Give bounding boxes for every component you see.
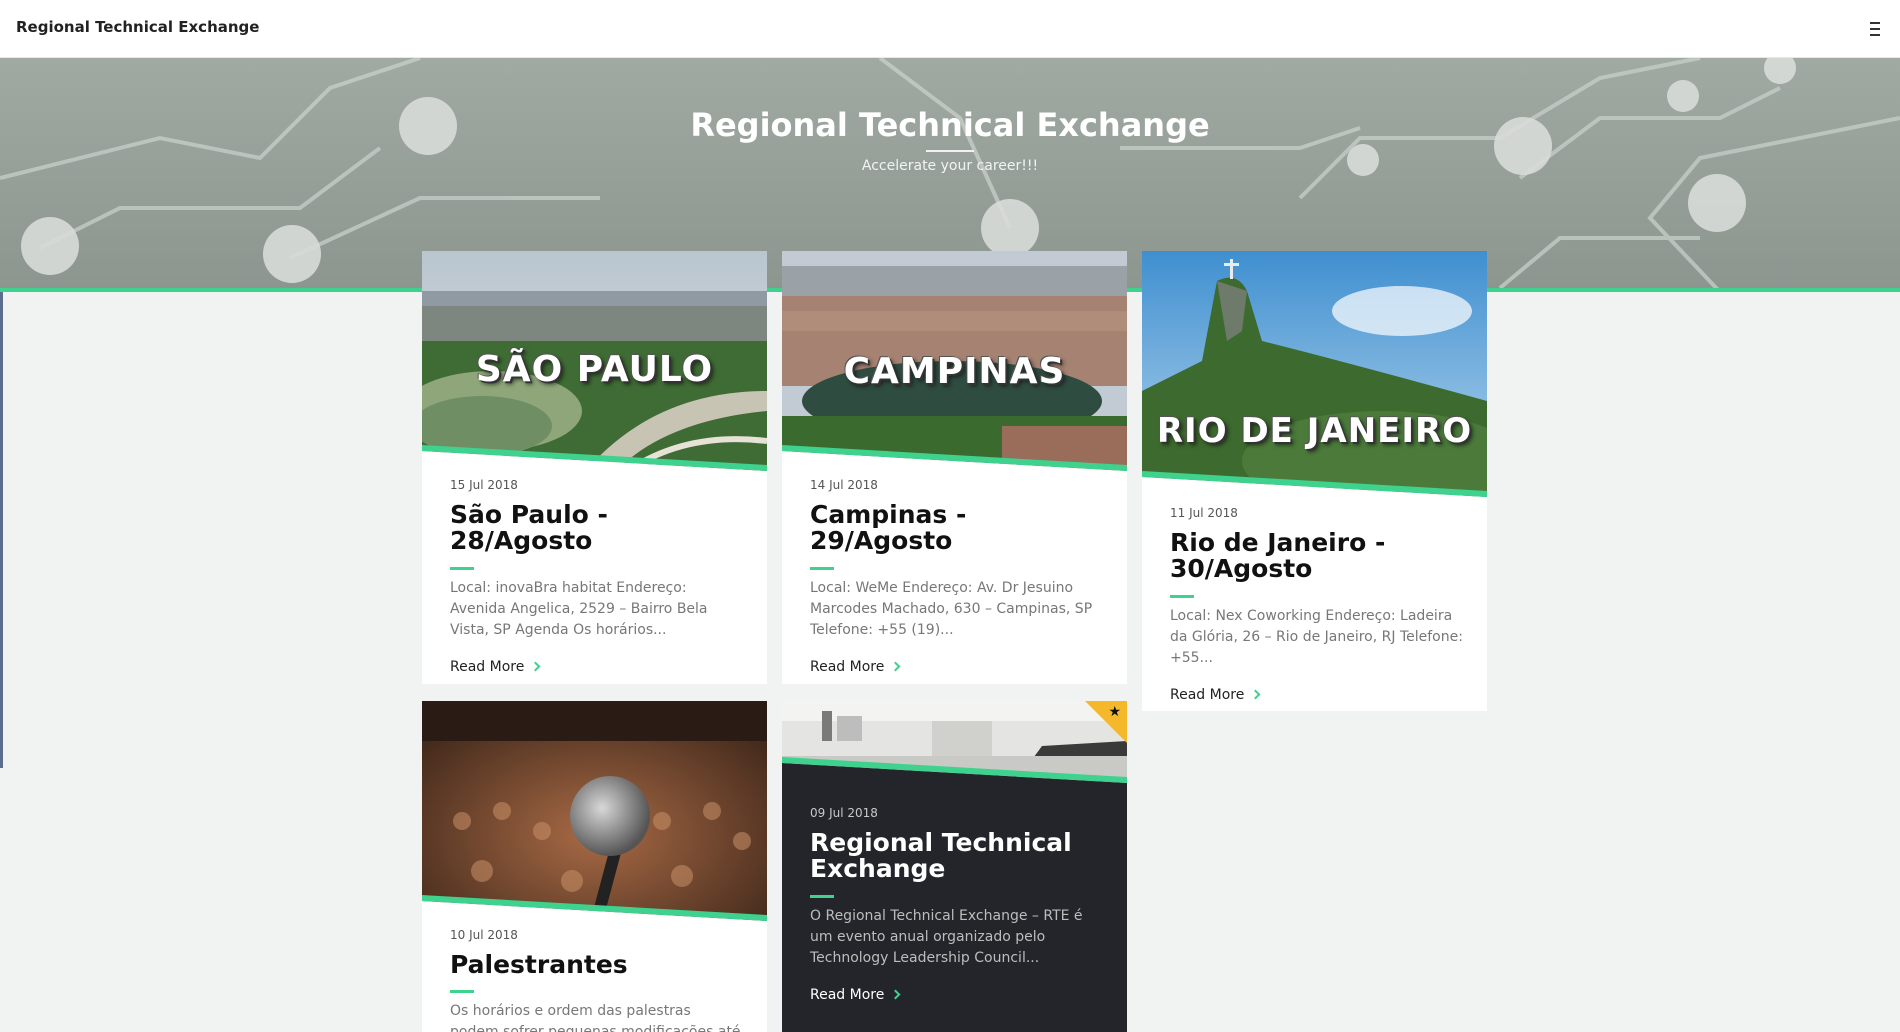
rio-de-janeiro-image[interactable]: RIO DE JANEIRO <box>1142 251 1487 501</box>
title-underline <box>810 566 834 570</box>
card-slant-divider <box>782 757 1127 787</box>
post-card-body: 10 Jul 2018 Palestrantes Os horários e o… <box>450 928 743 1032</box>
post-card-palestrantes[interactable]: 10 Jul 2018 Palestrantes Os horários e o… <box>422 701 767 1032</box>
post-excerpt: Local: Nex Coworking Endereço: Ladeira d… <box>1170 607 1463 666</box>
post-date: 11 Jul 2018 <box>1170 506 1238 520</box>
campinas-image-label: CAMPINAS <box>843 351 1066 392</box>
card-slant-divider <box>1142 471 1487 501</box>
post-card-regional-technical-exchange[interactable]: ★ 09 Jul 2018 Regional Technical Exchang… <box>782 701 1127 1032</box>
title-underline <box>450 566 474 570</box>
campinas-image[interactable]: CAMPINAS <box>782 251 1127 475</box>
card-slant-divider <box>782 445 1127 475</box>
read-more-link[interactable]: Read More <box>810 986 901 1003</box>
read-more-label: Read More <box>810 986 885 1003</box>
read-more-label: Read More <box>1170 686 1245 703</box>
post-title[interactable]: Campinas - 29/Agosto <box>810 501 1103 555</box>
top-navbar: Regional Technical Exchange <box>0 0 1900 58</box>
post-excerpt: Local: WeMe Endereço: Av. Dr Jesuino Mar… <box>810 579 1093 638</box>
post-card-body: 09 Jul 2018 Regional Technical Exchange … <box>810 806 1103 1003</box>
post-card-sao-paulo[interactable]: SÃO PAULO 15 Jul 2018 São Paulo - 28/Ago… <box>422 251 767 684</box>
microphone-audience-image[interactable] <box>422 701 767 925</box>
post-title[interactable]: Rio de Janeiro - 30/Agosto <box>1170 529 1463 583</box>
post-card-body: 15 Jul 2018 São Paulo - 28/Agosto Local:… <box>450 478 743 675</box>
star-icon: ★ <box>1108 704 1121 720</box>
read-more-link[interactable]: Read More <box>450 658 541 675</box>
chevron-right-icon <box>530 661 541 671</box>
site-brand[interactable]: Regional Technical Exchange <box>16 18 259 36</box>
hero-divider <box>926 150 974 152</box>
sao-paulo-image[interactable]: SÃO PAULO <box>422 251 767 475</box>
hamburger-menu-icon[interactable] <box>1864 16 1886 38</box>
post-title[interactable]: São Paulo - 28/Agosto <box>450 501 743 555</box>
chevron-right-icon <box>1250 689 1261 699</box>
title-underline <box>1170 594 1194 598</box>
card-slant-divider <box>422 445 767 475</box>
post-card-campinas[interactable]: CAMPINAS 14 Jul 2018 Campinas - 29/Agost… <box>782 251 1127 684</box>
read-more-link[interactable]: Read More <box>1170 686 1261 703</box>
post-date: 15 Jul 2018 <box>450 478 518 492</box>
office-workspace-image[interactable]: ★ <box>782 701 1127 787</box>
post-excerpt: O Regional Technical Exchange – RTE é um… <box>810 907 1083 966</box>
hero-title: Regional Technical Exchange <box>690 106 1210 144</box>
hero-subtitle: Accelerate your career!!! <box>861 158 1039 174</box>
post-date: 10 Jul 2018 <box>450 928 518 942</box>
read-more-label: Read More <box>810 658 885 675</box>
read-more-link[interactable]: Read More <box>810 658 901 675</box>
post-card-rio-de-janeiro[interactable]: RIO DE JANEIRO 11 Jul 2018 Rio de Janeir… <box>1142 251 1487 711</box>
sao-paulo-image-label: SÃO PAULO <box>475 349 714 390</box>
chevron-right-icon <box>890 661 901 671</box>
post-excerpt: Os horários e ordem das palestras podem … <box>450 1003 741 1032</box>
post-card-body: 14 Jul 2018 Campinas - 29/Agosto Local: … <box>810 478 1103 675</box>
post-date: 14 Jul 2018 <box>810 478 878 492</box>
read-more-label: Read More <box>450 658 525 675</box>
title-underline <box>450 990 474 994</box>
post-date: 09 Jul 2018 <box>810 806 878 820</box>
card-slant-divider <box>422 895 767 925</box>
title-underline <box>810 894 834 898</box>
rio-de-janeiro-image-label: RIO DE JANEIRO <box>1156 411 1473 451</box>
post-title[interactable]: Palestrantes <box>450 951 743 978</box>
post-excerpt: Local: inovaBra habitat Endereço: Avenid… <box>450 579 708 638</box>
chevron-right-icon <box>890 989 901 999</box>
post-title[interactable]: Regional Technical Exchange <box>810 829 1103 883</box>
post-card-body: 11 Jul 2018 Rio de Janeiro - 30/Agosto L… <box>1170 506 1463 703</box>
